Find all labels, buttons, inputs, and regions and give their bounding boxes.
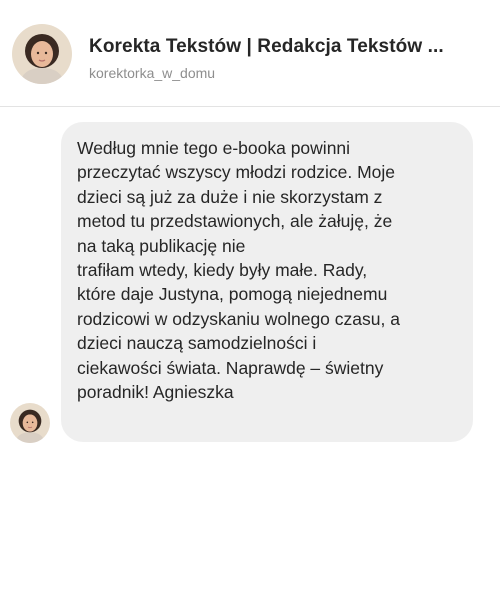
message-text: Według mnie tego e-booka powinni przeczy…: [77, 138, 400, 403]
profile-avatar[interactable]: [12, 24, 72, 84]
conversation-username: korektorka_w_domu: [89, 65, 216, 81]
chat-window: Korekta Tekstów | Redakcja Tekstów ... k…: [0, 0, 500, 600]
conversation-title[interactable]: Korekta Tekstów | Redakcja Tekstów ...: [89, 36, 479, 58]
profile-photo-icon: [12, 24, 72, 84]
conversation-header: Korekta Tekstów | Redakcja Tekstów ... k…: [0, 0, 500, 107]
message-sender-avatar[interactable]: [10, 403, 50, 443]
profile-photo-icon: [10, 403, 50, 443]
message-bubble[interactable]: Według mnie tego e-booka powinni przeczy…: [61, 122, 473, 442]
